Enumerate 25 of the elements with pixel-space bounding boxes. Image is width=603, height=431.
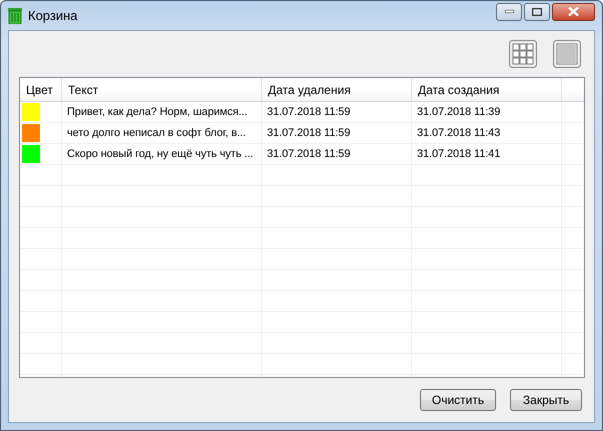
trash-can-icon <box>8 7 22 24</box>
window-title: Корзина <box>28 8 79 23</box>
table-cell: 31.07.2018 11:43 <box>412 123 562 144</box>
table-cell: 31.07.2018 11:41 <box>412 144 562 165</box>
clear-button[interactable]: Очистить <box>420 389 496 411</box>
minimize-button[interactable] <box>496 2 522 20</box>
minimize-icon <box>504 10 514 13</box>
table-cell: 31.07.2018 11:39 <box>412 102 562 123</box>
close-icon <box>568 7 579 16</box>
maximize-button[interactable] <box>524 2 550 20</box>
maximize-icon <box>532 8 542 16</box>
column-header[interactable]: Текст <box>62 78 262 101</box>
table-cell: Скоро новый год, ну ещё чуть чуть ... <box>62 144 262 165</box>
column-header[interactable]: Дата создания <box>412 78 562 101</box>
table-cell: 31.07.2018 11:59 <box>262 123 412 144</box>
column-header[interactable]: Дата удаления <box>262 78 412 101</box>
table-cell: Привет, как дела? Норм, шаримся... <box>62 102 262 123</box>
grid-view-icon[interactable] <box>509 40 537 68</box>
close-dialog-button[interactable]: Закрыть <box>510 389 582 411</box>
close-button[interactable] <box>552 2 595 20</box>
table-cell: чето долго неписал в софт блог, в... <box>62 123 262 144</box>
list-view-icon[interactable] <box>553 40 581 68</box>
column-header[interactable]: Цвет <box>20 78 62 101</box>
table-cell: 31.07.2018 11:59 <box>262 102 412 123</box>
table-cell: 31.07.2018 11:59 <box>262 144 412 165</box>
